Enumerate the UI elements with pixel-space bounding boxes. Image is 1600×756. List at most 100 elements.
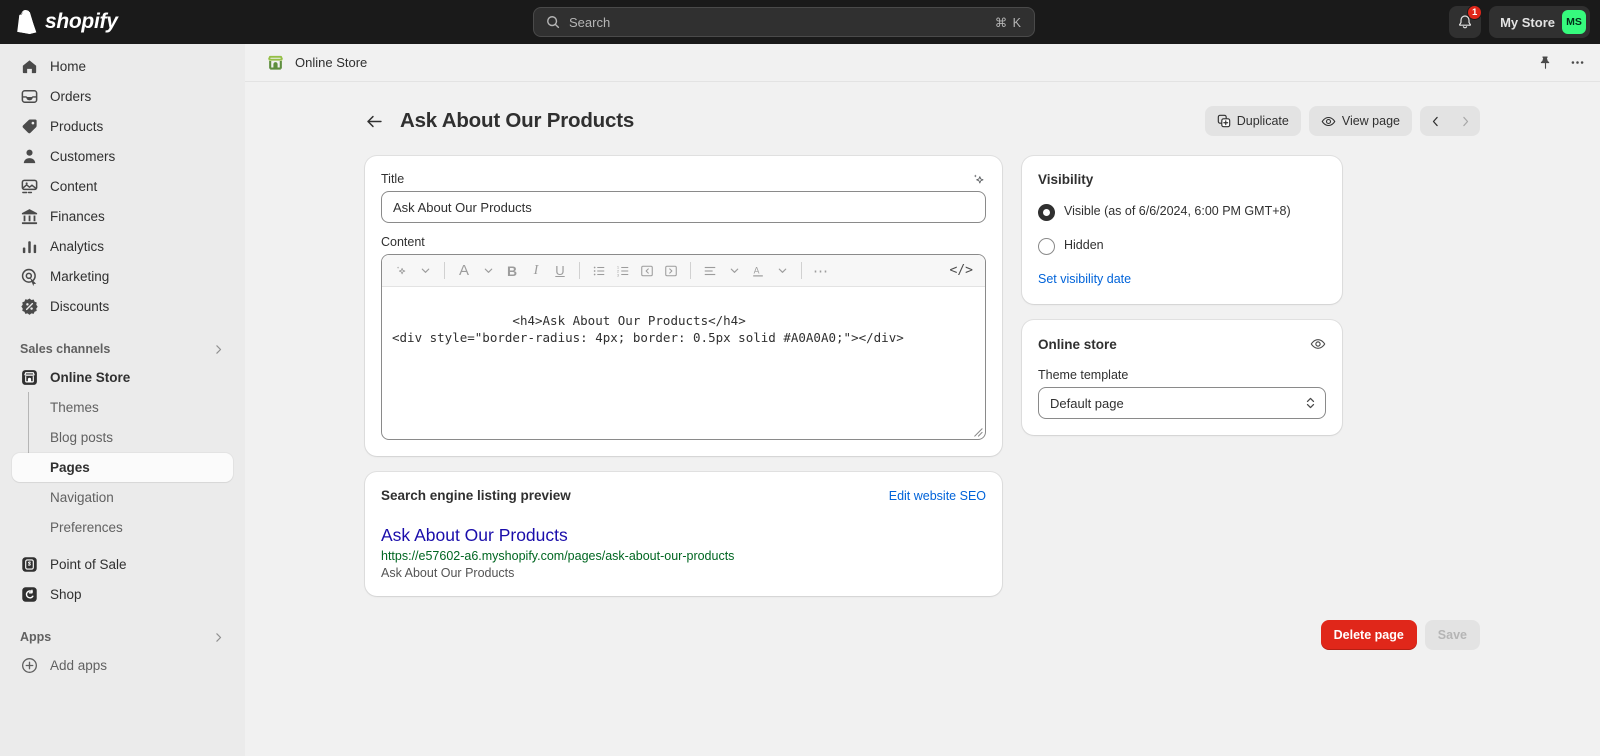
store-icon: [20, 368, 39, 387]
more-horizontal-icon[interactable]: [1569, 54, 1586, 71]
text-style-caret[interactable]: [477, 260, 499, 282]
align-caret[interactable]: [723, 260, 745, 282]
save-button[interactable]: Save: [1425, 620, 1480, 650]
ai-tools-button[interactable]: [390, 260, 412, 282]
bank-icon: [20, 207, 39, 226]
sidebar-item-label: Shop: [50, 587, 82, 602]
set-visibility-date-link[interactable]: Set visibility date: [1038, 272, 1131, 286]
sidebar-item-products[interactable]: Products: [12, 112, 233, 141]
breadcrumb-left[interactable]: Online Store: [266, 53, 367, 72]
store-switcher-button[interactable]: My Store MS: [1489, 6, 1590, 38]
numbered-list-button[interactable]: 1 2 3: [612, 260, 634, 282]
page-pagination: [1420, 106, 1480, 136]
sidebar-item-label: Finances: [50, 209, 105, 224]
sidebar-item-orders[interactable]: Orders: [12, 82, 233, 111]
back-arrow-icon[interactable]: [365, 112, 384, 131]
notifications-button[interactable]: 1: [1449, 6, 1481, 38]
visibility-option-label: Hidden: [1064, 237, 1104, 254]
radio-hidden[interactable]: [1038, 238, 1055, 255]
svg-text:A: A: [754, 265, 760, 275]
sidebar-item-shop[interactable]: Shop: [12, 580, 233, 609]
global-search[interactable]: ⌘ K: [533, 7, 1035, 37]
next-page-button[interactable]: [1450, 106, 1480, 136]
avatar: MS: [1562, 10, 1586, 34]
sidebar-item-discounts[interactable]: Discounts: [12, 292, 233, 321]
visibility-option-visible[interactable]: Visible (as of 6/6/2024, 6:00 PM GMT+8): [1038, 203, 1326, 221]
sidebar-item-preferences[interactable]: Preferences: [12, 513, 233, 542]
search-shortcut: ⌘ K: [995, 15, 1022, 30]
search-input[interactable]: [569, 15, 986, 30]
code-view-button[interactable]: </>: [946, 260, 977, 282]
sidebar-item-blog-posts[interactable]: Blog posts: [12, 423, 233, 452]
home-icon: [20, 57, 39, 76]
text-color-button[interactable]: A: [747, 260, 769, 282]
text-color-caret[interactable]: [771, 260, 793, 282]
resize-handle-icon[interactable]: [972, 426, 983, 437]
previous-page-button[interactable]: [1420, 106, 1450, 136]
sidebar-item-label: Home: [50, 59, 86, 74]
content-icon: [20, 177, 39, 196]
outdent-button[interactable]: [636, 260, 658, 282]
sidebar-item-home[interactable]: Home: [12, 52, 233, 81]
page-header-actions: Duplicate View page: [1205, 106, 1480, 136]
sparkle-icon[interactable]: [971, 172, 986, 187]
text-style-button[interactable]: A: [453, 260, 475, 282]
tag-icon: [20, 117, 39, 136]
notification-count-badge: 1: [1467, 5, 1482, 20]
content-code-text: <h4>Ask About Our Products</h4> <div sty…: [392, 313, 904, 345]
more-options-button[interactable]: ⋯: [810, 260, 832, 282]
seo-card-header: Search engine listing preview Edit websi…: [381, 488, 986, 503]
right-column: Visibility Visible (as of 6/6/2024, 6:00…: [1022, 156, 1342, 435]
view-page-button[interactable]: View page: [1309, 106, 1412, 136]
sidebar-item-label: Preferences: [50, 520, 123, 535]
sidebar-item-navigation[interactable]: Navigation: [12, 483, 233, 512]
shopify-logo[interactable]: shopify: [0, 10, 245, 34]
sidebar-section-apps[interactable]: Apps: [12, 623, 233, 651]
search-icon: [546, 15, 560, 29]
sidebar-item-label: Marketing: [50, 269, 109, 284]
bold-button[interactable]: B: [501, 260, 523, 282]
main-content: Online Store: [245, 44, 1600, 756]
content-code-editor[interactable]: <h4>Ask About Our Products</h4> <div sty…: [382, 287, 985, 439]
sidebar-item-label: Themes: [50, 400, 99, 415]
theme-template-select-wrap: Default page: [1038, 387, 1326, 419]
sidebar-section-sales-channels[interactable]: Sales channels: [12, 335, 233, 363]
ai-tools-caret[interactable]: [414, 260, 436, 282]
title-content-card: Title Content: [365, 156, 1002, 456]
sidebar-item-label: Customers: [50, 149, 115, 164]
underline-button[interactable]: U: [549, 260, 571, 282]
duplicate-button[interactable]: Duplicate: [1205, 106, 1301, 136]
shopify-wordmark: shopify: [45, 10, 118, 34]
left-column: Title Content: [365, 156, 1002, 596]
title-input[interactable]: [381, 191, 986, 223]
pin-icon[interactable]: [1538, 55, 1553, 70]
italic-button[interactable]: I: [525, 260, 547, 282]
sidebar-item-marketing[interactable]: Marketing: [12, 262, 233, 291]
radio-visible[interactable]: [1038, 204, 1055, 221]
seo-preview-title[interactable]: Ask About Our Products: [381, 525, 986, 546]
bulleted-list-button[interactable]: [588, 260, 610, 282]
delete-page-button[interactable]: Delete page: [1321, 620, 1417, 650]
visibility-option-hidden[interactable]: Hidden: [1038, 237, 1326, 255]
sidebar-item-themes[interactable]: Themes: [12, 393, 233, 422]
sidebar-item-content[interactable]: Content: [12, 172, 233, 201]
sidebar-item-pages[interactable]: Pages: [12, 453, 233, 482]
indent-button[interactable]: [660, 260, 682, 282]
sidebar-item-point-of-sale[interactable]: Point of Sale: [12, 550, 233, 579]
edit-website-seo-link[interactable]: Edit website SEO: [889, 489, 986, 503]
sidebar-item-online-store[interactable]: Online Store: [12, 363, 233, 392]
sidebar-item-customers[interactable]: Customers: [12, 142, 233, 171]
content-editor: Content: [381, 235, 986, 440]
eye-icon[interactable]: [1310, 336, 1326, 352]
chevron-right-icon: [212, 631, 225, 644]
align-button[interactable]: [699, 260, 721, 282]
sidebar-item-finances[interactable]: Finances: [12, 202, 233, 231]
section-label: Sales channels: [20, 342, 110, 356]
title-label-row: Title: [381, 172, 986, 191]
sidebar-item-analytics[interactable]: Analytics: [12, 232, 233, 261]
visibility-card: Visibility Visible (as of 6/6/2024, 6:00…: [1022, 156, 1342, 304]
breadcrumb-right: [1538, 54, 1586, 71]
theme-template-select[interactable]: Default page: [1038, 387, 1326, 419]
sidebar-item-add-apps[interactable]: Add apps: [12, 651, 233, 680]
theme-template-label: Theme template: [1038, 368, 1326, 382]
